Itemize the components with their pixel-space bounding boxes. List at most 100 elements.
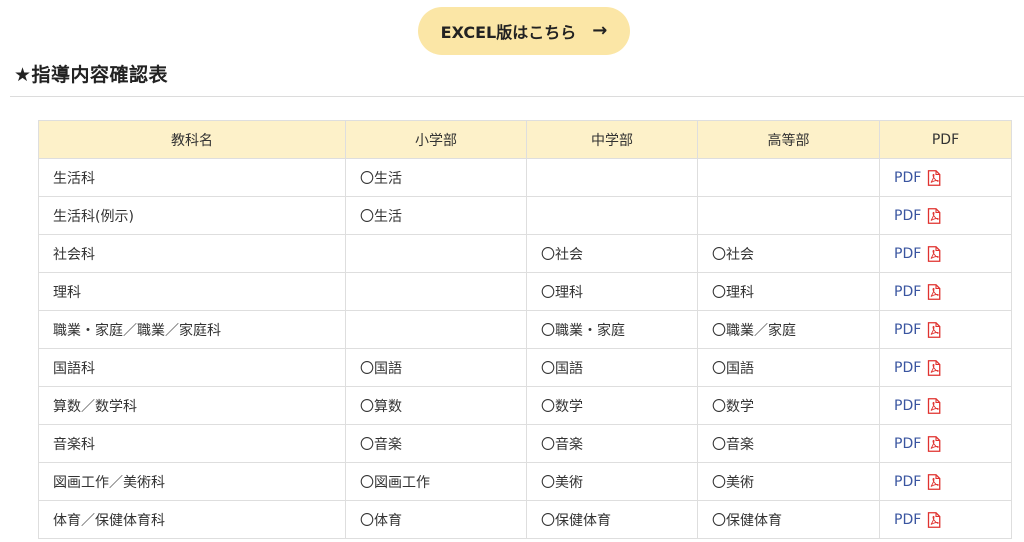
cell-subject: 職業・家庭／職業／家庭科 xyxy=(38,310,346,349)
cell-pdf: PDF xyxy=(879,348,1012,387)
pdf-link-label: PDF xyxy=(894,283,922,300)
cell-elementary xyxy=(345,234,527,273)
cell-pdf: PDF xyxy=(879,500,1012,539)
pdf-link-label: PDF xyxy=(894,321,922,338)
table-row: 職業・家庭／職業／家庭科 〇職業・家庭 〇職業／家庭 PDF xyxy=(38,310,1012,349)
pdf-file-icon xyxy=(927,473,941,490)
cell-elementary: 〇図画工作 xyxy=(345,462,527,501)
pdf-link[interactable]: PDF xyxy=(894,284,941,300)
section-title: ★指導内容確認表 xyxy=(14,64,169,86)
cell-elementary: 〇体育 xyxy=(345,500,527,539)
cell-junior: 〇音楽 xyxy=(526,424,698,463)
table-row: 国語科 〇国語 〇国語 〇国語 PDF xyxy=(38,348,1012,387)
cell-pdf: PDF xyxy=(879,462,1012,501)
cell-pdf: PDF xyxy=(879,424,1012,463)
column-header-junior: 中学部 xyxy=(526,120,698,159)
pdf-link[interactable]: PDF xyxy=(894,246,941,262)
pdf-link[interactable]: PDF xyxy=(894,170,941,186)
table-row: 音楽科 〇音楽 〇音楽 〇音楽 PDF xyxy=(38,424,1012,463)
cell-subject: 音楽科 xyxy=(38,424,346,463)
pdf-link-label: PDF xyxy=(894,435,922,452)
cell-elementary xyxy=(345,310,527,349)
pdf-link[interactable]: PDF xyxy=(894,322,941,338)
pdf-link-label: PDF xyxy=(894,511,922,528)
excel-button-label: EXCEL版はこちら xyxy=(440,23,577,42)
cell-senior: 〇国語 xyxy=(697,348,880,387)
cell-pdf: PDF xyxy=(879,196,1012,235)
cell-junior: 〇美術 xyxy=(526,462,698,501)
cell-elementary: 〇国語 xyxy=(345,348,527,387)
excel-download-button[interactable]: EXCEL版はこちら → xyxy=(418,7,630,55)
cell-pdf: PDF xyxy=(879,310,1012,349)
table-header-row: 教科名 小学部 中学部 高等部 PDF xyxy=(38,120,1012,159)
table-body: 生活科 〇生活 PDF 生活科(例示) 〇生活 PDF 社会科 〇社会 〇社会 PDF 理科 〇理科〇… xyxy=(38,158,1012,539)
column-header-pdf: PDF xyxy=(879,120,1012,159)
cell-pdf: PDF xyxy=(879,158,1012,197)
pdf-file-icon xyxy=(927,397,941,414)
cell-senior: 〇保健体育 xyxy=(697,500,880,539)
pdf-file-icon xyxy=(927,359,941,376)
cell-elementary xyxy=(345,272,527,311)
column-header-elementary: 小学部 xyxy=(345,120,527,159)
pdf-file-icon xyxy=(927,245,941,262)
pdf-link-label: PDF xyxy=(894,169,922,186)
cell-subject: 国語科 xyxy=(38,348,346,387)
pdf-file-icon xyxy=(927,207,941,224)
cell-junior xyxy=(526,158,698,197)
page: EXCEL版はこちら → ★指導内容確認表 教科名 小学部 中学部 高等部 PD… xyxy=(0,0,1024,542)
table-row: 生活科 〇生活 PDF xyxy=(38,158,1012,197)
cell-junior: 〇数学 xyxy=(526,386,698,425)
cell-senior xyxy=(697,196,880,235)
cell-junior: 〇理科 xyxy=(526,272,698,311)
cell-subject: 理科 xyxy=(38,272,346,311)
table-row: 社会科 〇社会 〇社会 PDF xyxy=(38,234,1012,273)
cell-subject: 算数／数学科 xyxy=(38,386,346,425)
pdf-link[interactable]: PDF xyxy=(894,398,941,414)
pdf-file-icon xyxy=(927,321,941,338)
pdf-link-label: PDF xyxy=(894,397,922,414)
cell-junior xyxy=(526,196,698,235)
cell-senior: 〇音楽 xyxy=(697,424,880,463)
cell-pdf: PDF xyxy=(879,272,1012,311)
cell-junior: 〇保健体育 xyxy=(526,500,698,539)
cell-senior: 〇理科 xyxy=(697,272,880,311)
pdf-link-label: PDF xyxy=(894,245,922,262)
table-row: 生活科(例示) 〇生活 PDF xyxy=(38,196,1012,235)
cell-junior: 〇国語 xyxy=(526,348,698,387)
pdf-link[interactable]: PDF xyxy=(894,436,941,452)
cell-elementary: 〇生活 xyxy=(345,158,527,197)
cell-junior: 〇社会 xyxy=(526,234,698,273)
cell-senior: 〇社会 xyxy=(697,234,880,273)
pdf-file-icon xyxy=(927,511,941,528)
pdf-link-label: PDF xyxy=(894,473,922,490)
pdf-link[interactable]: PDF xyxy=(894,360,941,376)
pdf-link[interactable]: PDF xyxy=(894,474,941,490)
cell-subject: 生活科(例示) xyxy=(38,196,346,235)
cell-elementary: 〇音楽 xyxy=(345,424,527,463)
pdf-link-label: PDF xyxy=(894,359,922,376)
pdf-link[interactable]: PDF xyxy=(894,208,941,224)
cell-junior: 〇職業・家庭 xyxy=(526,310,698,349)
cell-senior: 〇職業／家庭 xyxy=(697,310,880,349)
column-header-subject: 教科名 xyxy=(38,120,346,159)
pdf-link[interactable]: PDF xyxy=(894,512,941,528)
cell-senior xyxy=(697,158,880,197)
cell-subject: 生活科 xyxy=(38,158,346,197)
cell-pdf: PDF xyxy=(879,386,1012,425)
table-row: 体育／保健体育科 〇体育 〇保健体育 〇保健体育 PDF xyxy=(38,500,1012,539)
cell-senior: 〇美術 xyxy=(697,462,880,501)
cell-senior: 〇数学 xyxy=(697,386,880,425)
pdf-file-icon xyxy=(927,283,941,300)
table-row: 理科 〇理科 〇理科 PDF xyxy=(38,272,1012,311)
table-row: 算数／数学科 〇算数 〇数学 〇数学 PDF xyxy=(38,386,1012,425)
cell-subject: 図画工作／美術科 xyxy=(38,462,346,501)
guidance-content-table: 教科名 小学部 中学部 高等部 PDF 生活科 〇生活 PDF 生活科(例示) 〇生活 P… xyxy=(38,120,1012,539)
cell-elementary: 〇算数 xyxy=(345,386,527,425)
pdf-link-label: PDF xyxy=(894,207,922,224)
table-row: 図画工作／美術科 〇図画工作 〇美術 〇美術 PDF xyxy=(38,462,1012,501)
cell-subject: 社会科 xyxy=(38,234,346,273)
arrow-right-icon: → xyxy=(592,20,608,41)
cell-pdf: PDF xyxy=(879,234,1012,273)
cell-subject: 体育／保健体育科 xyxy=(38,500,346,539)
section-divider xyxy=(10,96,1024,97)
